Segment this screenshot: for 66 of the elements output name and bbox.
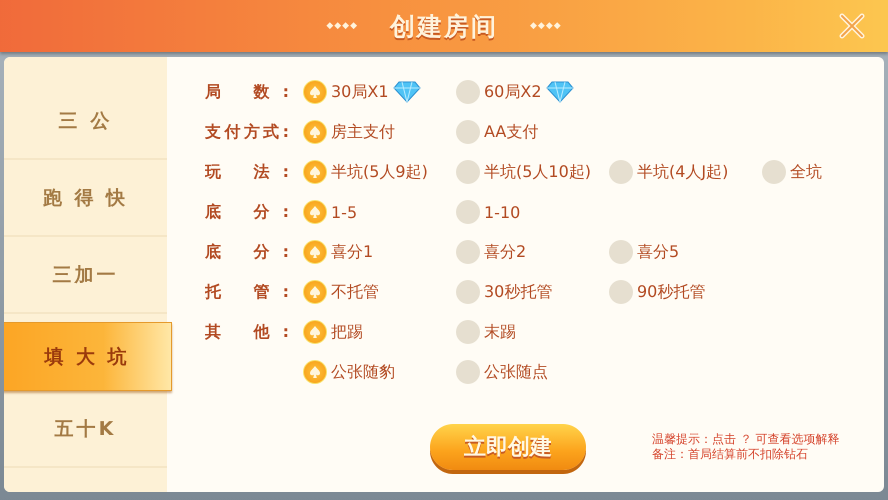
diamond-icon [546,81,574,103]
radio-button[interactable] [762,160,786,184]
spade-icon [308,245,322,259]
radio-button[interactable] [303,80,327,104]
radio-button[interactable] [303,360,327,384]
diamond-icon [392,81,420,103]
tip-text: 备注：首局结算前不扣除钻石 [652,447,809,462]
radio-button[interactable] [609,280,633,304]
option-label: AA支付 [484,122,538,142]
spade-icon [308,285,322,299]
radio-button[interactable] [456,120,480,144]
setting-label: 底 分: [205,202,289,222]
option-label: 60局X2 [484,82,542,102]
option-label: 把踢 [331,322,363,342]
option-label: 30局X1 [331,82,388,102]
radio-button[interactable] [456,200,480,224]
option-label: 末踢 [484,322,516,342]
radio-button[interactable] [303,160,327,184]
radio-button[interactable] [456,320,480,344]
spade-icon [308,85,322,99]
radio-button[interactable] [303,200,327,224]
radio-button[interactable] [609,240,633,264]
radio-button[interactable] [456,80,480,104]
game-tab[interactable]: 三加一 [4,237,167,314]
radio-button[interactable] [303,320,327,344]
game-tab[interactable]: 五十K [4,391,167,468]
option-label: 房主支付 [331,122,395,142]
option-label: 全坑 [790,162,822,182]
setting-label: 底 分: [205,242,289,262]
radio-button[interactable] [303,120,327,144]
dialog-title: 创建房间 [390,10,498,42]
option-label: 公张随点 [484,362,548,382]
option-label: 半坑(5人9起) [331,162,428,182]
radio-button[interactable] [456,160,480,184]
setting-label: 支付方式: [205,122,289,142]
spade-icon [308,325,322,339]
spade-icon [308,125,322,139]
spade-icon [308,365,322,379]
option-label: 半坑(5人10起) [484,162,592,182]
option-label: 喜分5 [637,242,680,262]
game-tab[interactable]: 填 大 坑 [4,322,172,391]
option-label: 不托管 [331,282,379,302]
game-tab[interactable]: 跑 得 快 [4,160,167,237]
setting-label: 其 他: [205,322,289,342]
game-tab[interactable]: 三 公 [4,83,167,160]
setting-label: 局 数: [205,82,289,102]
ornament: ◆◆◆◆ [326,21,358,31]
create-button[interactable]: 立即创建 [430,424,586,470]
option-label: 90秒托管 [637,282,706,302]
radio-button[interactable] [303,280,327,304]
spade-icon [308,165,322,179]
radio-button[interactable] [609,160,633,184]
option-label: 公张随豹 [331,362,395,382]
radio-button[interactable] [456,360,480,384]
option-label: 30秒托管 [484,282,552,302]
ornament: ◆◆◆◆ [530,21,562,31]
tip-text: 温馨提示：点击 ？ 可查看选项解释 [652,432,840,447]
radio-button[interactable] [456,280,480,304]
radio-button[interactable] [303,240,327,264]
option-label: 半坑(4人J起) [637,162,728,182]
option-label: 1-5 [331,202,358,222]
option-label: 喜分2 [484,242,526,262]
option-label: 1-10 [484,202,520,222]
option-label: 喜分1 [331,242,374,262]
radio-button[interactable] [456,240,480,264]
spade-icon [308,205,322,219]
